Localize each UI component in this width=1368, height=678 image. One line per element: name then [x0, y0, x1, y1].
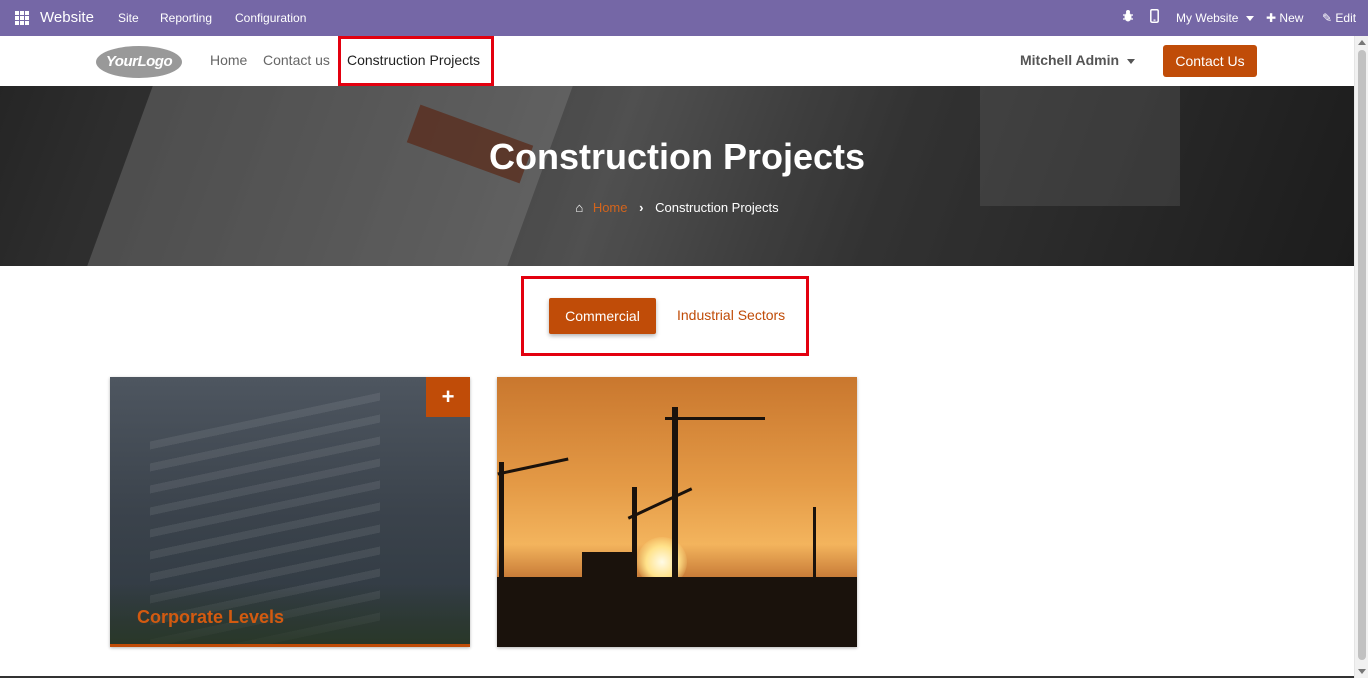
website-switcher-label: My Website [1176, 11, 1239, 25]
project-card-corporate-levels[interactable]: + Corporate Levels [110, 377, 470, 647]
page-title: Construction Projects [488, 136, 866, 177]
contact-us-button[interactable]: Contact Us [1163, 45, 1257, 77]
breadcrumb: ⌂ Home › Construction Projects [0, 200, 1354, 215]
menu-reporting[interactable]: Reporting [160, 11, 212, 25]
breadcrumb-home[interactable]: Home [593, 200, 628, 215]
menu-site[interactable]: Site [118, 11, 139, 25]
nav-contact-us[interactable]: Contact us [263, 52, 330, 68]
project-card-construction-site[interactable] [497, 377, 857, 647]
home-icon: ⌂ [575, 200, 584, 215]
pencil-icon: ✎ [1322, 11, 1333, 25]
new-button[interactable]: ✚ New [1266, 11, 1303, 25]
scroll-up-icon[interactable] [1358, 40, 1366, 45]
bug-icon[interactable] [1122, 9, 1134, 26]
crane-jib [665, 417, 765, 420]
filter-commercial[interactable]: Commercial [549, 298, 656, 334]
user-menu[interactable]: Mitchell Admin [1020, 52, 1136, 68]
nav-home[interactable]: Home [210, 52, 247, 68]
website-header: YourLogo Home Contact us Construction Pr… [0, 36, 1354, 86]
hero-banner: Construction Projects ⌂ Home › Construct… [0, 86, 1354, 266]
crane-jib-2 [627, 487, 693, 520]
highlight-box-nav [338, 36, 494, 86]
app-name[interactable]: Website [40, 9, 94, 26]
mobile-preview-icon[interactable] [1150, 9, 1159, 26]
user-name: Mitchell Admin [1020, 52, 1120, 68]
page-scrollbar[interactable] [1354, 36, 1368, 678]
new-label: New [1279, 11, 1304, 25]
edit-button[interactable]: ✎ Edit [1322, 11, 1356, 25]
skyline-silhouette [497, 577, 857, 647]
site-logo[interactable]: YourLogo [96, 46, 182, 78]
edit-label: Edit [1335, 11, 1357, 25]
card-title[interactable]: Corporate Levels [137, 607, 284, 628]
filter-industrial-sectors[interactable]: Industrial Sectors [677, 307, 785, 323]
website-switcher[interactable]: My Website [1176, 11, 1254, 25]
chevron-down-icon [1127, 58, 1136, 64]
breadcrumb-current: Construction Projects [655, 200, 779, 215]
chevron-down-icon [1245, 16, 1254, 22]
apps-grid-icon[interactable] [15, 11, 29, 25]
chevron-right-icon: › [639, 200, 644, 215]
plus-icon: ✚ [1266, 11, 1277, 25]
crane-jib-3 [497, 457, 569, 476]
odoo-top-bar: Website Site Reporting Configuration My … [0, 0, 1368, 36]
scroll-down-icon[interactable] [1358, 669, 1366, 674]
plus-icon[interactable]: + [426, 377, 470, 417]
menu-configuration[interactable]: Configuration [235, 11, 306, 25]
scrollbar-thumb[interactable] [1358, 50, 1366, 660]
